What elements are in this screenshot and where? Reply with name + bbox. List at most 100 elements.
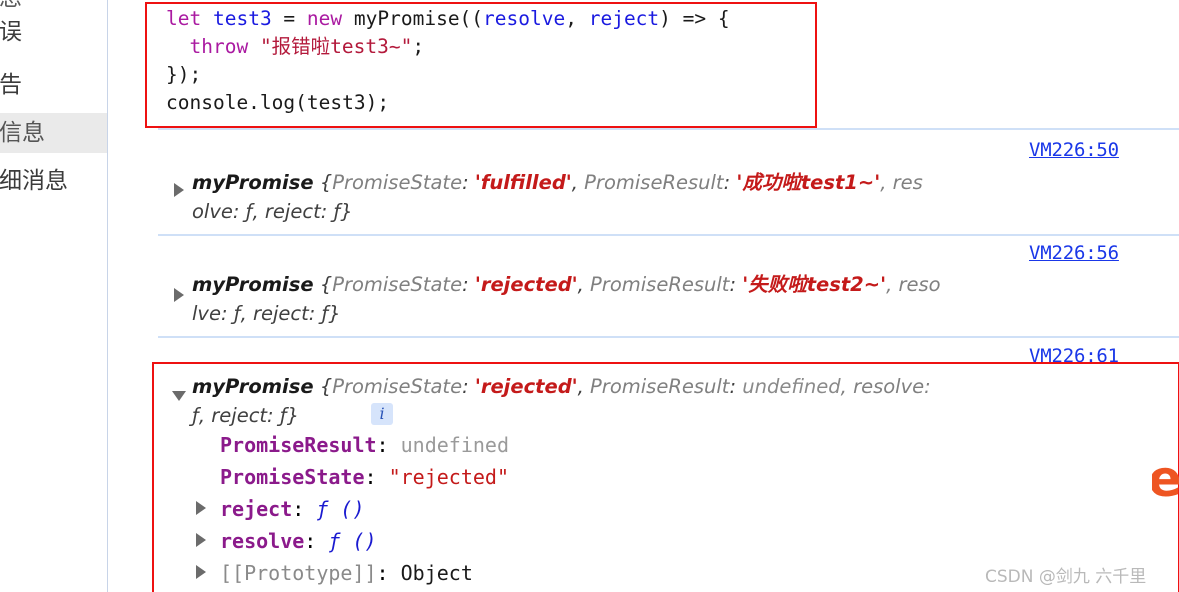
info-badge-icon[interactable]: i — [371, 403, 393, 425]
separator: : — [304, 529, 329, 553]
code-line: throw "报错啦test3~"; — [166, 33, 730, 61]
separator: : — [729, 375, 743, 398]
separator: : — [364, 465, 389, 489]
expand-arrow-icon[interactable] — [196, 501, 206, 515]
code-token: throw — [189, 35, 249, 58]
code-token: reject — [588, 7, 660, 30]
separator: , — [571, 171, 585, 194]
entry-divider — [158, 128, 1179, 130]
property-row-prototype: [[Prototype]]: Object — [220, 558, 473, 588]
property-value: Object — [400, 561, 473, 585]
property-value: '失败啦test2~' — [742, 273, 887, 296]
separator: , — [577, 273, 591, 296]
separator: : — [729, 273, 743, 296]
sidebar-item-verbose[interactable]: 详细消息 — [0, 161, 107, 201]
entry-divider — [158, 234, 1179, 236]
code-line: }); — [166, 61, 730, 89]
property-value: "rejected" — [388, 465, 510, 489]
property-row-reject: reject: ƒ () — [220, 494, 365, 524]
expand-arrow-icon[interactable] — [174, 288, 184, 302]
expand-arrow-icon[interactable] — [174, 183, 184, 197]
entry-divider — [158, 336, 1179, 338]
property-value: undefined — [742, 375, 841, 398]
property-key: PromiseState — [332, 375, 463, 398]
code-token: let — [166, 7, 202, 30]
expand-arrow-icon[interactable] — [196, 533, 206, 547]
vm-source-link-1[interactable]: VM226:50 — [1029, 139, 1119, 161]
vm-source-link-2[interactable]: VM226:56 — [1029, 242, 1119, 264]
line-tail: , res — [880, 171, 923, 194]
expand-arrow-icon[interactable] — [196, 565, 206, 579]
console-entry-3-line2: ƒ, reject: ƒ} — [192, 404, 300, 427]
collapse-arrow-icon[interactable] — [172, 391, 186, 401]
property-value: 'rejected' — [474, 375, 578, 398]
console-entry-1-line2: olve: ƒ, reject: ƒ} — [192, 200, 353, 223]
sidebar-item-label: 警告 — [0, 72, 22, 98]
separator: : — [723, 171, 737, 194]
property-value: ƒ () — [316, 497, 365, 521]
code-line: let test3 = new myPromise((resolve, reje… — [166, 5, 730, 33]
code-token: "报错啦test3~" — [259, 35, 413, 58]
property-value: '成功啦test1~' — [736, 171, 881, 194]
code-token: ) => { — [659, 7, 730, 30]
line-tail: , resolve: — [840, 375, 931, 398]
console-entry-1-line1: myPromise {PromiseState: 'fulfilled', Pr… — [192, 168, 923, 198]
code-token: myPromise(( — [342, 7, 484, 30]
console-entry-2-line2: lve: ƒ, reject: ƒ} — [192, 302, 341, 325]
property-key: PromiseResult — [584, 171, 724, 194]
property-key: PromiseState — [332, 273, 463, 296]
object-name: myPromise — [192, 375, 314, 398]
property-value: 'rejected' — [474, 273, 578, 296]
property-key: PromiseState — [332, 171, 463, 194]
sidebar-item-errors[interactable]: 错误 — [0, 12, 107, 52]
separator: : — [376, 433, 401, 457]
sidebar-item-label: 条信息 — [0, 120, 45, 146]
property-value: 'fulfilled' — [474, 171, 572, 194]
code-token: new — [306, 7, 343, 30]
csdn-watermark: CSDN @剑九 六千里 — [985, 567, 1147, 587]
property-key: PromiseResult — [220, 433, 377, 457]
property-row-resolve: resolve: ƒ () — [220, 526, 377, 556]
console-entry-2-line1: myPromise {PromiseState: 'rejected', Pro… — [192, 270, 941, 300]
sidebar-item-messages-selected[interactable]: 条信息 — [0, 113, 107, 153]
brace-open: { — [313, 273, 333, 296]
separator: : — [292, 497, 317, 521]
code-token: = — [271, 7, 307, 30]
sidebar-item-label: 详细消息 — [0, 168, 68, 194]
separator: : — [462, 171, 475, 194]
console-sidebar: 信息 错误 警告 条信息 详细消息 — [0, 0, 108, 592]
code-token: resolve — [483, 7, 566, 30]
code-token: ; — [412, 35, 425, 58]
separator: : — [376, 561, 401, 585]
property-key: PromiseResult — [590, 273, 730, 296]
property-value: ƒ () — [328, 529, 377, 553]
property-row-promisestate: PromiseState: "rejected" — [220, 462, 509, 492]
line-tail: , reso — [886, 273, 941, 296]
code-line: console.log(test3); — [166, 89, 730, 117]
code-token: console.log(test3); — [166, 91, 390, 114]
object-name: myPromise — [192, 171, 314, 194]
source-code-snippet: let test3 = new myPromise((resolve, reje… — [166, 5, 730, 117]
separator: : — [462, 273, 475, 296]
sidebar-item-warnings[interactable]: 警告 — [0, 65, 107, 105]
brace-open: { — [313, 375, 333, 398]
property-key: reject — [220, 497, 293, 521]
console-output-pane[interactable]: let test3 = new myPromise((resolve, reje… — [108, 0, 1179, 592]
property-row-promiseresult: PromiseResult: undefined — [220, 430, 509, 460]
code-token: }); — [166, 63, 202, 86]
property-key: PromiseResult — [590, 375, 730, 398]
sidebar-item-label: 信息 — [0, 0, 22, 11]
code-token: test3 — [212, 7, 272, 30]
browser-edge-logo-icon: e — [1152, 461, 1179, 503]
console-entry-3-line1: myPromise {PromiseState: 'rejected', Pro… — [192, 372, 931, 402]
separator: : — [462, 375, 475, 398]
property-key: [[Prototype]] — [220, 561, 377, 585]
property-key: PromiseState — [220, 465, 365, 489]
property-key: resolve — [220, 529, 305, 553]
property-value: undefined — [400, 433, 510, 457]
sidebar-item-label: 错误 — [0, 19, 22, 45]
code-token: , — [565, 7, 589, 30]
